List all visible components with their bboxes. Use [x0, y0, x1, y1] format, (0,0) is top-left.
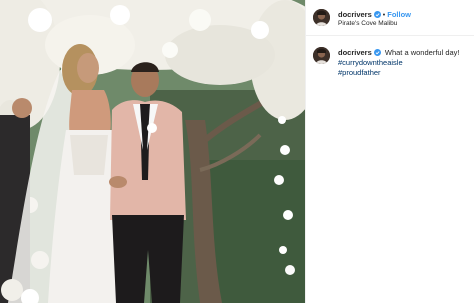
post-header: docrivers • Follow Pirate's Cove Malibu [306, 0, 474, 36]
post-photo[interactable] [0, 0, 305, 303]
caption-text: What a wonderful day! [384, 48, 460, 57]
instagram-post: docrivers • Follow Pirate's Cove Malibu do… [0, 0, 474, 303]
caption-text-block: docrivers What a wonderful day! #currydo… [338, 48, 472, 78]
profile-avatar-image [313, 47, 330, 64]
verified-badge-icon [373, 49, 381, 56]
wedding-photo-illustration [0, 0, 305, 303]
caption-username[interactable]: docrivers [338, 48, 372, 57]
header-line: docrivers • Follow [338, 10, 411, 20]
verified-badge-icon [373, 11, 381, 18]
header-separator: • [382, 12, 386, 19]
profile-avatar-image [313, 9, 330, 26]
location-link[interactable]: Pirate's Cove Malibu [338, 20, 397, 27]
hashtag-link[interactable]: #proudfather [338, 68, 472, 78]
avatar[interactable] [313, 47, 330, 64]
follow-button[interactable]: Follow [387, 10, 411, 19]
header-username[interactable]: docrivers [338, 10, 372, 19]
hashtag-link[interactable]: #currydowntheaisle [338, 58, 472, 68]
avatar[interactable] [313, 9, 330, 26]
post-sidebar: docrivers • Follow Pirate's Cove Malibu do… [305, 0, 474, 303]
